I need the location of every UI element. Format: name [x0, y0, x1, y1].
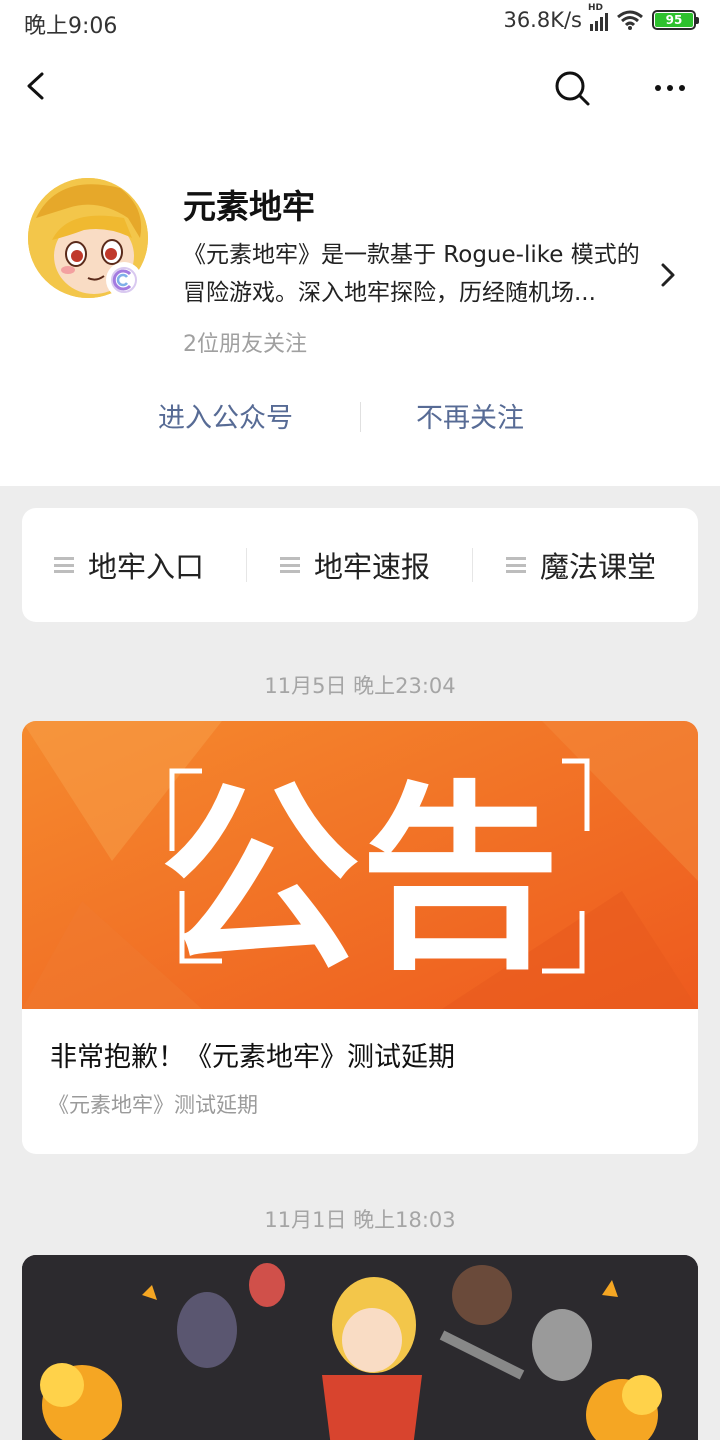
battery-icon: 95 [652, 10, 699, 30]
account-description[interactable]: 《元素地牢》是一款基于 Rogue-like 模式的冒险游戏。深入地牢探险，历经… [183, 236, 653, 312]
signal-label: HD [588, 3, 604, 13]
wifi-icon [617, 10, 643, 30]
verified-badge-icon [106, 262, 142, 298]
nav-bar [0, 46, 720, 128]
status-time: 晚上9:06 [24, 14, 118, 39]
menu-icon [280, 557, 300, 573]
menu-divider [246, 548, 247, 582]
article-card[interactable]: 公告 非常抱歉！《元素地牢》测试延期 《元素地牢》测试延期 [22, 721, 698, 1154]
more-icon[interactable] [648, 66, 692, 110]
article-title: 非常抱歉！《元素地牢》测试延期 [50, 1042, 455, 1073]
menu-item-label: 魔法课堂 [540, 550, 657, 584]
article-digest: 《元素地牢》测试延期 [48, 1093, 258, 1117]
menu-item-dungeon-entrance[interactable]: 地牢入口 [54, 544, 204, 586]
action-divider [360, 402, 361, 432]
article-cover-image [22, 1255, 698, 1440]
status-bar: 晚上9:06 36.8K/s HD 95 [0, 0, 720, 46]
account-name: 元素地牢 [183, 187, 315, 226]
status-indicators: 36.8K/s HD 95 [503, 3, 699, 32]
enter-account-button[interactable]: 进入公众号 [158, 396, 293, 435]
network-speed: 36.8K/s [503, 8, 582, 32]
account-profile: 元素地牢 《元素地牢》是一款基于 Rogue-like 模式的冒险游戏。深入地牢… [0, 128, 720, 486]
action-row: 进入公众号 不再关注 [0, 396, 720, 440]
battery-level: 95 [655, 13, 693, 27]
message-timestamp: 11月5日 晚上23:04 [264, 674, 456, 698]
menu-item-magic-class[interactable]: 魔法课堂 [506, 544, 656, 586]
friends-following-count: 2位朋友关注 [183, 332, 307, 357]
menu-icon [54, 557, 74, 573]
account-menu: 地牢入口 地牢速报 魔法课堂 [22, 508, 698, 622]
cover-text: 公告 [160, 764, 560, 997]
signal-icon: HD [588, 3, 608, 31]
menu-divider [472, 548, 473, 582]
search-icon[interactable] [550, 66, 594, 110]
article-cover-image: 公告 [22, 721, 698, 1009]
menu-item-label: 地牢入口 [88, 550, 205, 584]
menu-icon [506, 557, 526, 573]
menu-item-label: 地牢速报 [314, 550, 431, 584]
chevron-left-icon[interactable] [18, 66, 58, 106]
unfollow-button[interactable]: 不再关注 [416, 396, 524, 435]
message-timestamp: 11月1日 晚上18:03 [264, 1208, 456, 1232]
menu-item-dungeon-news[interactable]: 地牢速报 [280, 544, 430, 586]
article-card[interactable] [22, 1255, 698, 1440]
chevron-right-icon[interactable] [656, 260, 680, 290]
